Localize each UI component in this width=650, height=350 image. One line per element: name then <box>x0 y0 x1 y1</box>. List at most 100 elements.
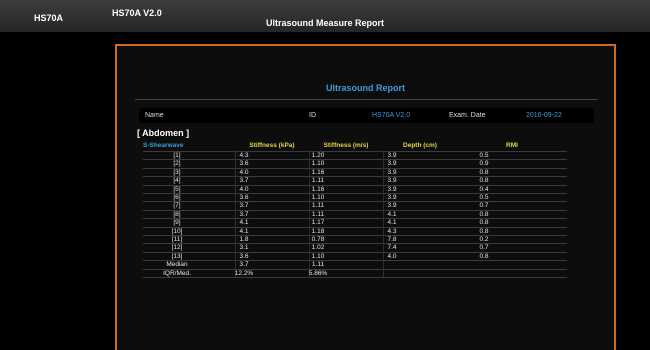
row-label: [4] <box>173 177 181 185</box>
stiffness-kpa-cell: 4.0 <box>239 168 249 176</box>
window-title: Ultrasound Measure Report <box>265 18 385 28</box>
table-row: [5] 4.0 1.16 3.9 0.4 <box>117 186 539 194</box>
stiffness-kpa-cell: 3.7 <box>239 202 249 210</box>
stiffness-ms-cell: 1.02 <box>311 244 325 252</box>
exam-date-label: Exam. Date <box>449 112 486 119</box>
table-row: [2] 3.6 1.10 3.9 0.9 <box>117 160 539 168</box>
table-row: [9] 4.1 1.17 4.1 0.8 <box>117 219 539 227</box>
row-label: [7] <box>173 202 181 210</box>
stiffness-kpa-cell: 4.1 <box>239 219 249 227</box>
top-bar: HS70A HS70A V2.0 Ultrasound Measure Repo… <box>0 0 650 32</box>
stiffness-ms-cell: 1.16 <box>311 185 325 193</box>
stiffness-ms-cell: 1.11 <box>311 177 325 185</box>
row-label: [8] <box>173 210 181 218</box>
summary-row: IQR/Med. 12.2% 5.86% <box>117 270 539 278</box>
column-header-shearwave: S-Shearwave <box>143 142 184 149</box>
patient-info-row: Name ID HS70A V2.0 Exam. Date 2016-09-22 <box>139 108 594 123</box>
stiffness-ms-cell: 1.10 <box>311 160 325 168</box>
rmi-cell: 0.7 <box>479 202 489 210</box>
report-panel: Ultrasound Report Name ID HS70A V2.0 Exa… <box>115 44 616 350</box>
stiffness-ms-cell: 0.78 <box>311 236 325 243</box>
row-label: [13] <box>171 252 183 260</box>
stiffness-kpa-cell: 3.6 <box>239 194 249 201</box>
row-label: IQR/Med. <box>163 269 191 277</box>
stiffness-kpa-cell: 1.8 <box>239 236 249 243</box>
depth-cell: 3.9 <box>387 152 397 159</box>
title-divider <box>135 99 598 100</box>
column-header-depth: Depth (cm) <box>403 142 437 149</box>
depth-cell: 3.9 <box>387 185 397 193</box>
stiffness-ms-cell: 1.11 <box>311 202 325 210</box>
stiffness-kpa-cell: 3.7 <box>239 177 249 185</box>
table-row: [11] 1.8 0.78 7.8 0.2 <box>117 236 539 244</box>
stiffness-ms-cell: 1.10 <box>311 252 325 260</box>
depth-cell: 4.1 <box>387 219 397 227</box>
depth-cell: 7.8 <box>387 236 397 243</box>
stiffness-kpa-cell: 4.1 <box>239 227 249 235</box>
depth-cell: 7.4 <box>387 244 397 252</box>
row-label: Median <box>166 261 188 269</box>
depth-cell: 4.3 <box>387 227 397 235</box>
table-row: [6] 3.6 1.10 3.9 0.5 <box>117 194 539 202</box>
stiffness-ms-cell: 1.17 <box>311 219 325 227</box>
column-header-stiffness-kpa: Stiffness (kPa) <box>249 142 295 149</box>
rmi-cell: 0.5 <box>479 152 489 159</box>
rmi-cell: 0.9 <box>479 160 489 168</box>
stiffness-kpa-cell: 3.7 <box>239 261 249 269</box>
depth-cell: 3.9 <box>387 168 397 176</box>
table-row: [4] 3.7 1.11 3.9 0.8 <box>117 177 539 185</box>
stiffness-ms-cell: 1.16 <box>311 168 325 176</box>
rmi-cell: 0.4 <box>479 185 489 193</box>
stiffness-ms-cell: 1.10 <box>311 194 325 201</box>
stiffness-ms-cell: 1.11 <box>311 210 325 218</box>
row-label: [2] <box>173 160 181 168</box>
stiffness-ms-cell: 5.86% <box>308 269 328 277</box>
depth-cell: 3.9 <box>387 202 397 210</box>
stiffness-kpa-cell: 3.6 <box>239 252 249 260</box>
rmi-cell: 0.5 <box>479 194 489 201</box>
table-row: [3] 4.0 1.16 3.9 0.8 <box>117 169 539 177</box>
stiffness-ms-cell: 1.20 <box>311 152 325 159</box>
rmi-cell: 0.8 <box>479 177 489 185</box>
rmi-cell: 0.8 <box>479 210 489 218</box>
row-label: [6] <box>173 194 181 201</box>
column-header-stiffness-ms: Stiffness (m/s) <box>323 142 369 149</box>
id-label: ID <box>309 112 316 119</box>
stiffness-kpa-cell: 3.6 <box>239 160 249 168</box>
rmi-cell: 0.8 <box>479 168 489 176</box>
row-label: [5] <box>173 185 181 193</box>
stiffness-ms-cell: 1.11 <box>311 261 325 269</box>
summary-row: Median 3.7 1.11 <box>117 261 539 269</box>
stiffness-kpa-cell: 12.2% <box>234 269 254 277</box>
section-title: [ Abdomen ] <box>137 128 190 138</box>
rmi-cell: 0.8 <box>479 252 489 260</box>
table-row: [13] 3.6 1.10 4.0 0.8 <box>117 253 539 261</box>
id-value: HS70A V2.0 <box>372 112 411 119</box>
report-title: Ultrasound Report <box>325 83 405 93</box>
table-row: [8] 3.7 1.11 4.1 0.8 <box>117 211 539 219</box>
rmi-cell: 0.7 <box>479 244 489 252</box>
row-label: [12] <box>171 244 183 252</box>
app-version: HS70A V2.0 <box>112 8 162 18</box>
row-label: [1] <box>173 152 181 159</box>
stiffness-kpa-cell: 3.1 <box>239 244 249 252</box>
row-label: [3] <box>173 168 181 176</box>
stiffness-kpa-cell: 4.0 <box>239 185 249 193</box>
stiffness-kpa-cell: 3.7 <box>239 210 249 218</box>
table-row: [10] 4.1 1.18 4.3 0.8 <box>117 228 539 236</box>
rmi-cell: 0.8 <box>479 219 489 227</box>
row-label: [10] <box>171 227 183 235</box>
row-label: [9] <box>173 219 181 227</box>
table-row: [7] 3.7 1.11 3.9 0.7 <box>117 202 539 210</box>
depth-cell: 4.0 <box>387 252 397 260</box>
stiffness-ms-cell: 1.18 <box>311 227 325 235</box>
depth-cell: 3.9 <box>387 160 397 168</box>
exam-date-value: 2016-09-22 <box>526 112 562 119</box>
depth-cell: 4.1 <box>387 210 397 218</box>
rmi-cell: 0.8 <box>479 227 489 235</box>
depth-cell: 3.9 <box>387 177 397 185</box>
row-label: [11] <box>171 236 183 243</box>
rmi-cell: 0.2 <box>479 236 489 243</box>
stiffness-kpa-cell: 4.3 <box>239 152 249 159</box>
table-row: [1] 4.3 1.20 3.9 0.5 <box>117 152 539 160</box>
